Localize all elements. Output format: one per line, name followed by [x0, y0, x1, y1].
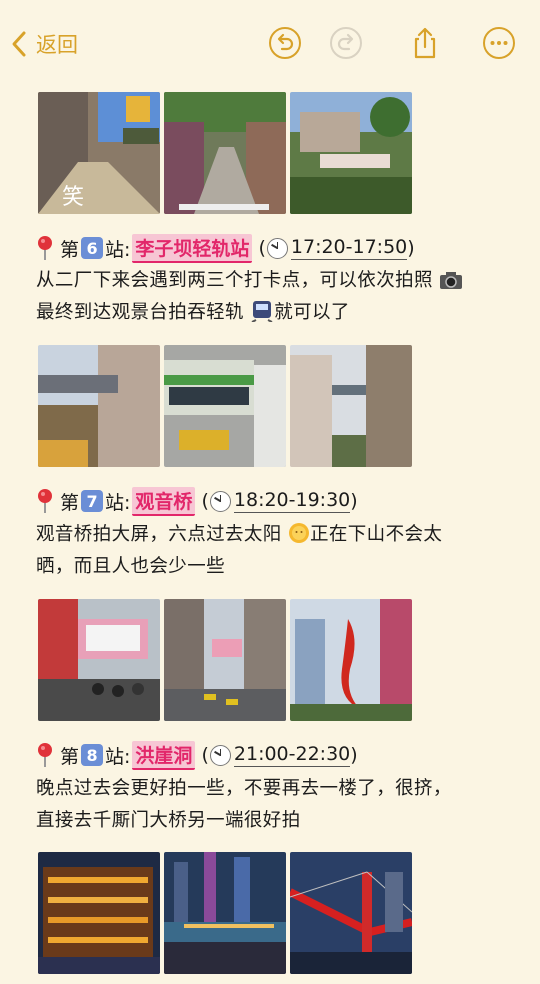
time-range: 21:00-22:30	[233, 743, 351, 767]
photo-image[interactable]	[38, 345, 160, 467]
stop-number-badge: 8	[81, 744, 104, 766]
station-heading-6: 第 6 站: 李子坝轻轨站 ( 17:20-17:50)	[36, 233, 415, 263]
photo-image[interactable]	[164, 599, 286, 721]
place-name: 洪崖洞	[132, 740, 196, 770]
desc-line: 观音桥拍大屏，六点过去太阳	[36, 524, 282, 545]
back-label: 返回	[36, 33, 78, 57]
desc-line: 从二厂下来会遇到两三个打卡点，可以依次拍照	[36, 270, 433, 291]
metro-train-icon	[251, 301, 273, 322]
stop-suffix: 站:	[105, 491, 131, 514]
stop-number-badge: 7	[81, 490, 104, 512]
photo-image[interactable]: 笑	[38, 92, 160, 214]
desc-line: 晚点过去会更好拍一些，不要再去一楼了，很挤，	[36, 778, 452, 799]
svg-text:笑: 笑	[62, 185, 84, 210]
sun-face-icon	[288, 523, 309, 543]
station-description-6: 从二厂下来会遇到两三个打卡点，可以依次拍照 最终到达观景台拍吞轻轨 就可以了	[36, 265, 516, 329]
photo-row-2	[38, 345, 412, 467]
chevron-left-icon	[12, 31, 26, 57]
more-icon[interactable]	[482, 26, 516, 60]
stop-number-badge: 6	[81, 237, 104, 259]
location-pin-icon	[38, 743, 52, 767]
desc-line: 晒，而且人也会少一些	[36, 556, 226, 577]
photo-image[interactable]	[164, 852, 286, 974]
location-pin-icon	[38, 236, 52, 260]
desc-line: 就可以了	[274, 302, 350, 323]
clock-icon	[209, 490, 231, 512]
station-heading-7: 第 7 站: 观音桥 ( 18:20-19:30)	[36, 486, 358, 516]
stop-suffix: 站:	[105, 238, 131, 261]
top-toolbar: 返回	[0, 0, 540, 88]
share-icon[interactable]	[408, 26, 442, 60]
stop-suffix: 站:	[105, 745, 131, 768]
photo-image[interactable]	[38, 852, 160, 974]
place-name: 李子坝轻轨站	[132, 233, 253, 263]
photo-image[interactable]	[290, 92, 412, 214]
clock-icon	[209, 744, 231, 766]
photo-image[interactable]	[38, 599, 160, 721]
photo-image[interactable]	[290, 345, 412, 467]
stop-prefix: 第	[60, 491, 80, 514]
station-description-8: 晚点过去会更好拍一些，不要再去一楼了，很挤， 直接去千厮门大桥另一端很好拍	[36, 773, 516, 837]
redo-icon[interactable]	[329, 26, 363, 60]
undo-icon[interactable]	[268, 26, 302, 60]
station-description-7: 观音桥拍大屏，六点过去太阳 正在下山不会太 晒，而且人也会少一些	[36, 519, 516, 583]
photo-image[interactable]	[164, 92, 286, 214]
photo-row-3	[38, 599, 412, 721]
desc-line: 最终到达观景台拍吞轻轨	[36, 302, 244, 323]
photo-row-1: 笑	[38, 92, 412, 214]
photo-image[interactable]	[164, 345, 286, 467]
photo-row-4	[38, 852, 412, 974]
desc-line: 正在下山不会太	[309, 524, 443, 545]
stop-prefix: 第	[60, 745, 80, 768]
location-pin-icon	[38, 489, 52, 513]
place-name: 观音桥	[132, 486, 196, 516]
desc-line: 直接去千厮门大桥另一端很好拍	[36, 810, 301, 831]
time-range: 18:20-19:30	[233, 489, 351, 513]
clock-icon	[266, 237, 288, 259]
photo-image[interactable]	[290, 852, 412, 974]
camera-icon	[440, 272, 463, 289]
photo-image[interactable]	[290, 599, 412, 721]
back-button[interactable]: 返回	[10, 28, 78, 60]
stop-prefix: 第	[60, 238, 80, 261]
station-heading-8: 第 8 站: 洪崖洞 ( 21:00-22:30)	[36, 740, 358, 770]
time-range: 17:20-17:50	[290, 236, 408, 260]
